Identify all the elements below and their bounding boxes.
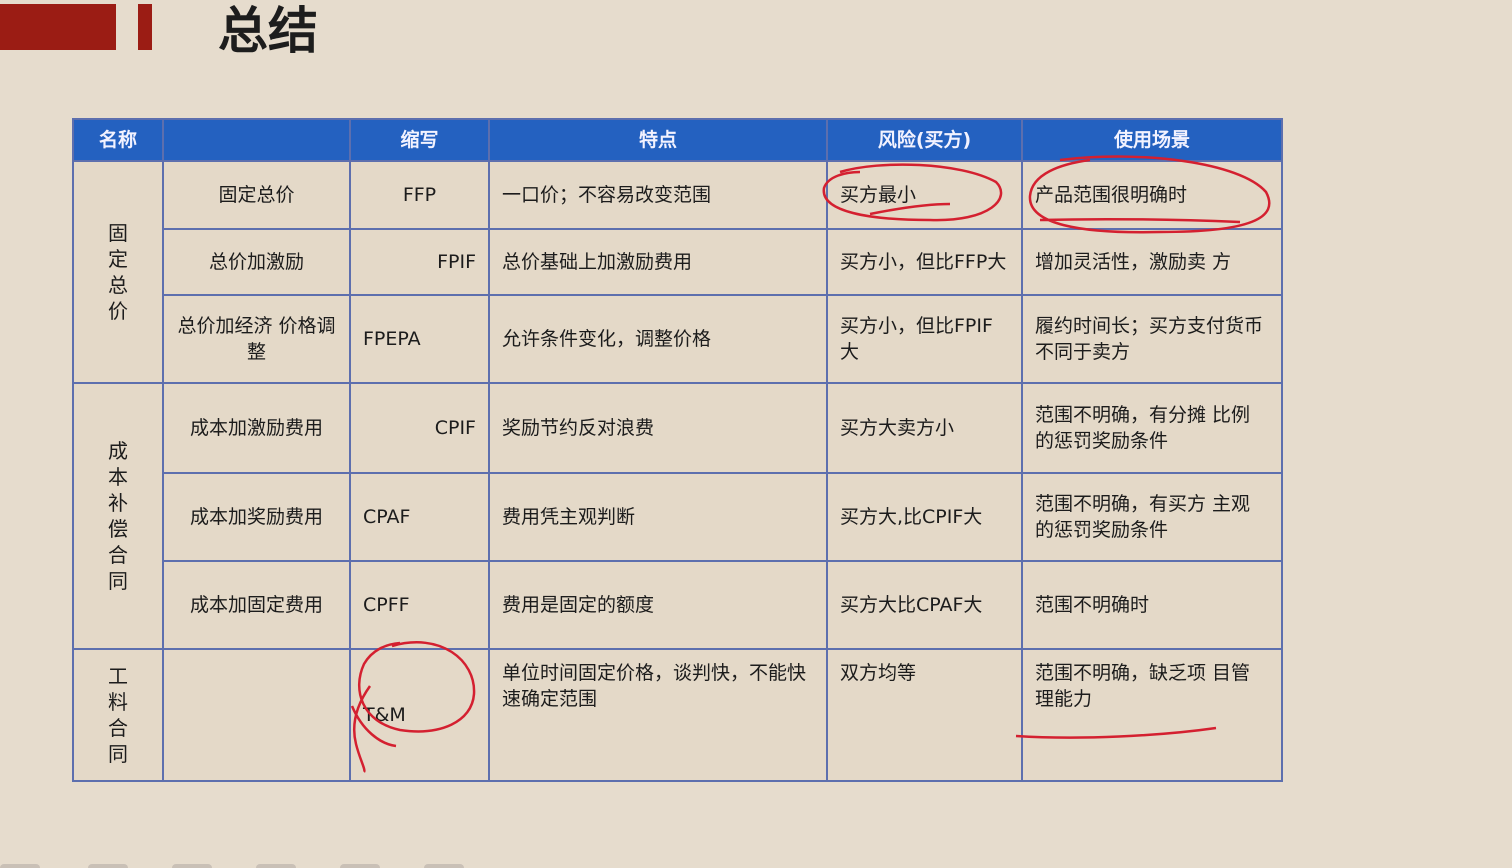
slide-title: 总结 [218,2,318,60]
title-accent-bar [0,4,116,50]
header-risk: 风险(买方) [826,118,1023,162]
table-row: 成本补偿合同 成本加激励费用 CPIF 奖励节约反对浪费 买方大卖方小 范围不明… [72,382,1283,650]
group-label: 工料合同 [108,664,128,766]
group-cell: 工料合同 [72,648,164,782]
header-name: 名称 [72,118,164,162]
scenario-cell: 范围不明确时 [1021,560,1283,650]
feature-cell: 总价基础上加激励费用 [488,228,828,296]
table-row: 成本加固定费用 CPFF 费用是固定的额度 买方大比CPAF大 范围不明确时 [73,560,1283,650]
table-row: 固定总价 固定总价 FFP 一口价；不容易改变范围 买方最小 产品范围很明确时 [72,160,1283,384]
risk-cell: 买方小，但比FFP大 [826,228,1023,296]
name-cell: 总价加经济 价格调整 [162,294,351,384]
abbr-cell: FFP [349,160,490,230]
group-label: 固定总价 [108,221,128,323]
risk-cell: 买方大比CPAF大 [826,560,1023,650]
header-blank [162,118,351,162]
slide-navigation-strip [0,862,1512,868]
abbr-cell: CPAF [349,472,490,562]
group-cell: 固定总价 [72,160,164,384]
table-row: 工料合同 T&M 单位时间固定价格，谈判快，不能快速确定范围 双方均等 范围不明… [72,648,1283,782]
risk-cell: 双方均等 [826,648,1023,782]
name-cell: 成本加奖励费用 [162,472,351,562]
scenario-cell: 范围不明确，缺乏项 目管理能力 [1021,648,1283,782]
feature-cell: 费用凭主观判断 [488,472,828,562]
abbr-cell: FPIF [349,228,490,296]
name-cell: 成本加激励费用 [162,382,351,474]
risk-cell: 买方小，但比FPIF大 [826,294,1023,384]
scenario-cell: 履约时间长；买方支付货币不同于卖方 [1021,294,1283,384]
name-cell: 总价加激励 [162,228,351,296]
header-feature: 特点 [488,118,828,162]
slide-thumb [424,864,464,868]
abbr-cell: CPFF [349,560,490,650]
abbr-cell: T&M [349,648,490,782]
group-cell: 成本补偿合同 [72,382,164,650]
slide-thumb [172,864,212,868]
title-accent-bar-small [138,4,152,50]
slide-thumb [340,864,380,868]
slide-thumb [256,864,296,868]
feature-cell: 费用是固定的额度 [488,560,828,650]
feature-cell: 允许条件变化，调整价格 [488,294,828,384]
contract-summary-table: 名称 缩写 特点 风险(买方) 使用场景 固定总价 固定总价 FFP 一口价；不… [72,118,1283,782]
slide-thumb [88,864,128,868]
scenario-cell: 范围不明确，有买方 主观的惩罚奖励条件 [1021,472,1283,562]
name-cell: 成本加固定费用 [162,560,351,650]
risk-cell: 买方最小 [826,160,1023,230]
table-row: 成本加奖励费用 CPAF 费用凭主观判断 买方大,比CPIF大 范围不明确，有买… [73,472,1283,562]
header-scenario: 使用场景 [1021,118,1283,162]
table-row: 总价加经济 价格调整 FPEPA 允许条件变化，调整价格 买方小，但比FPIF大… [73,294,1283,384]
table-row: 总价加激励 FPIF 总价基础上加激励费用 买方小，但比FFP大 增加灵活性，激… [73,228,1283,296]
scenario-cell: 范围不明确，有分摊 比例的惩罚奖励条件 [1021,382,1283,474]
group-label: 成本补偿合同 [108,439,128,593]
scenario-cell: 产品范围很明确时 [1021,160,1283,230]
name-cell: 固定总价 [162,160,351,230]
name-cell [162,648,351,782]
abbr-cell: CPIF [349,382,490,474]
slide-thumb [0,864,40,868]
table-header-row: 名称 缩写 特点 风险(买方) 使用场景 [72,118,1283,162]
feature-cell: 单位时间固定价格，谈判快，不能快速确定范围 [488,648,828,782]
feature-cell: 奖励节约反对浪费 [488,382,828,474]
scenario-cell: 增加灵活性，激励卖 方 [1021,228,1283,296]
abbr-cell: FPEPA [349,294,490,384]
feature-cell: 一口价；不容易改变范围 [488,160,828,230]
risk-cell: 买方大卖方小 [826,382,1023,474]
risk-cell: 买方大,比CPIF大 [826,472,1023,562]
header-abbr: 缩写 [349,118,490,162]
